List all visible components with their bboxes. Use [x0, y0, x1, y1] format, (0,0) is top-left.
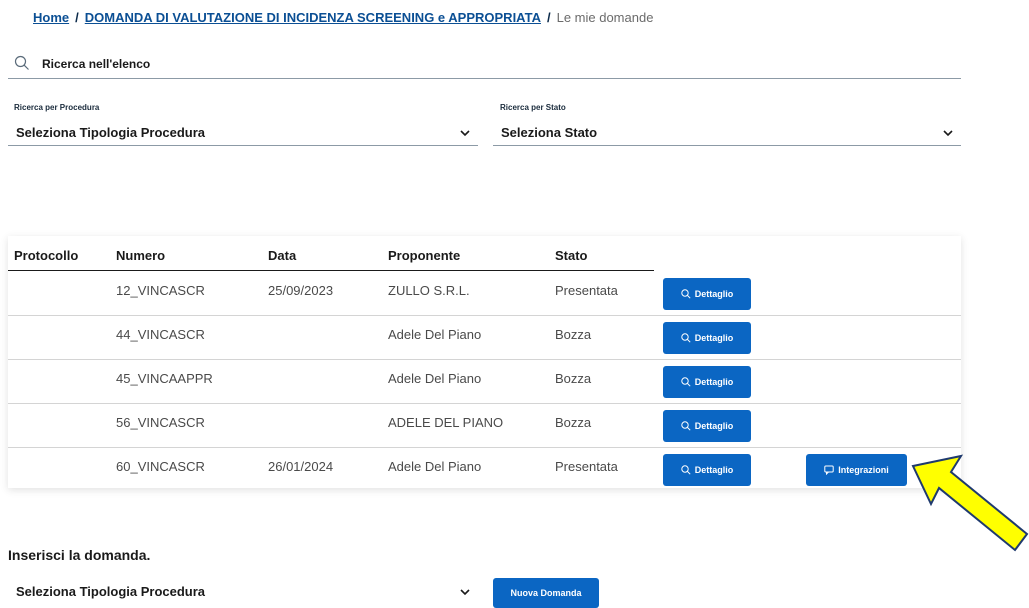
procedura-select-value: Seleziona Tipologia Procedura — [16, 125, 206, 140]
dettaglio-button[interactable]: Dettaglio — [663, 322, 751, 354]
stato-select-value: Seleziona Stato — [501, 125, 598, 140]
chevron-down-icon — [460, 589, 470, 596]
dettaglio-button-label: Dettaglio — [694, 377, 734, 387]
dettaglio-button-label: Dettaglio — [694, 289, 734, 299]
chevron-down-icon — [943, 130, 953, 137]
dettaglio-button[interactable]: Dettaglio — [663, 278, 751, 310]
cell-proponente: ZULLO S.R.L. — [388, 283, 470, 298]
procedura-select[interactable]: Seleziona Tipologia Procedura — [8, 119, 478, 146]
cell-stato: Bozza — [555, 415, 592, 430]
dettaglio-button[interactable]: Dettaglio — [663, 410, 751, 442]
cell-numero: 44_VINCASCR — [116, 327, 205, 342]
domande-table: Protocollo Numero Data Proponente Stato … — [8, 236, 961, 488]
insert-procedura-select[interactable]: Seleziona Tipologia Procedura — [8, 578, 478, 604]
cell-stato: Bozza — [555, 371, 592, 386]
table-row: 56_VINCASCR ADELE DEL PIANO Bozza Dettaglio — [8, 403, 961, 448]
header-stato: Stato — [555, 248, 588, 263]
cell-numero: 12_VINCASCR — [116, 283, 205, 298]
insert-select-value: Seleziona Tipologia Procedura — [16, 584, 206, 599]
breadcrumb-home-link[interactable]: Home — [33, 10, 69, 25]
table-row: 12_VINCASCR 25/09/2023 ZULLO S.R.L. Present… — [8, 271, 961, 316]
breadcrumb-current: Le mie domande — [556, 10, 654, 25]
cell-stato: Presentata — [555, 459, 618, 474]
table-header: Protocollo Numero Data Proponente Stato — [8, 236, 961, 271]
cell-proponente: ADELE DEL PIANO — [388, 415, 504, 430]
integrazioni-button-label: Integrazioni — [838, 465, 889, 475]
dettaglio-button-label: Dettaglio — [694, 421, 734, 431]
header-data: Data — [268, 248, 297, 263]
dettaglio-button[interactable]: Dettaglio — [663, 454, 751, 486]
cell-stato: Presentata — [555, 283, 618, 298]
cell-data: 26/01/2024 — [268, 459, 334, 474]
procedura-filter-label: Ricerca per Procedura — [14, 103, 100, 112]
breadcrumb-separator: / — [546, 10, 551, 25]
cell-data: 25/09/2023 — [268, 283, 334, 298]
chat-icon — [824, 465, 834, 475]
table-row: 44_VINCASCR Adele Del Piano Bozza Dettaglio — [8, 315, 961, 360]
dettaglio-button-label: Dettaglio — [694, 465, 734, 475]
dettaglio-button-label: Dettaglio — [694, 333, 734, 343]
cell-stato: Bozza — [555, 327, 592, 342]
annotation-arrow-icon — [911, 454, 1029, 552]
dettaglio-button[interactable]: Dettaglio — [663, 366, 751, 398]
search-icon — [681, 377, 691, 387]
cell-proponente: Adele Del Piano — [388, 459, 482, 474]
breadcrumb: Home / DOMANDA DI VALUTAZIONE DI INCIDENZA… — [33, 10, 653, 25]
chevron-down-icon — [460, 130, 470, 137]
header-proponente: Proponente — [388, 248, 461, 263]
stato-filter-label: Ricerca per Stato — [500, 103, 566, 112]
integrazioni-button[interactable]: Integrazioni — [806, 454, 907, 486]
nuova-domanda-button[interactable]: Nuova Domanda — [493, 578, 599, 608]
cell-numero: 60_VINCASCR — [116, 459, 205, 474]
table-row: 60_VINCASCR 26/01/2024 Adele Del Piano Pres… — [8, 447, 961, 491]
stato-select[interactable]: Seleziona Stato — [493, 119, 961, 146]
search-icon — [681, 465, 691, 475]
header-numero: Numero — [116, 248, 166, 263]
search-field[interactable]: Ricerca nell'elenco — [8, 52, 961, 79]
header-protocollo: Protocollo — [14, 248, 79, 263]
cell-numero: 45_VINCAAPPR — [116, 371, 213, 386]
breadcrumb-separator: / — [75, 10, 79, 25]
search-icon — [681, 333, 691, 343]
search-label: Ricerca nell'elenco — [42, 57, 151, 71]
search-icon — [681, 289, 691, 299]
search-icon — [14, 55, 29, 70]
cell-numero: 56_VINCASCR — [116, 415, 205, 430]
table-row: 45_VINCAAPPR Adele Del Piano Bozza Dettagli… — [8, 359, 961, 404]
cell-proponente: Adele Del Piano — [388, 327, 482, 342]
search-icon — [681, 421, 691, 431]
breadcrumb-section-link[interactable]: DOMANDA DI VALUTAZIONE DI INCIDENZA SCRE… — [85, 10, 541, 25]
cell-proponente: Adele Del Piano — [388, 371, 482, 386]
insert-title: Inserisci la domanda. — [8, 547, 151, 563]
